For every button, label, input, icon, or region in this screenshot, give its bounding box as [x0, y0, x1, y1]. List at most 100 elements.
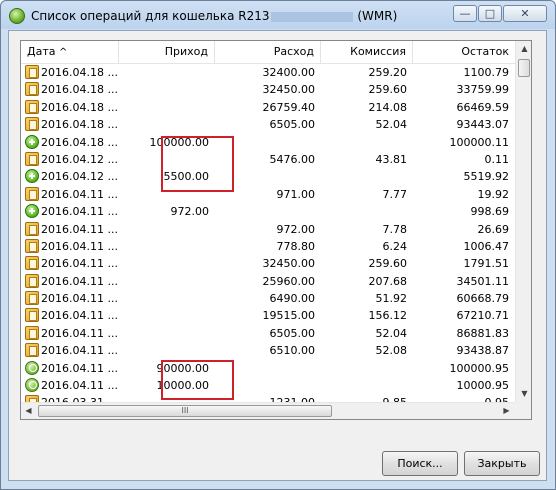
cell-expense [215, 203, 321, 220]
maximize-button[interactable]: □ [478, 5, 502, 22]
cell-date: 2016.04.12 ... [21, 168, 119, 185]
table-row[interactable]: 2016.04.11 ... 6510.00 52.08 93438.87 [21, 342, 515, 359]
outgoing-transfer-icon [25, 256, 39, 271]
vertical-scroll-thumb[interactable] [518, 59, 530, 77]
incoming-transfer-icon [25, 204, 39, 219]
dialog-client-area: Дата ^ Приход Расход Комиссия Остаток 20… [8, 30, 547, 481]
title-bar[interactable]: Список операций для кошелька R213 (WMR) … [1, 1, 555, 31]
search-button[interactable]: Поиск... [382, 451, 458, 476]
column-header-expense[interactable]: Расход [215, 41, 321, 63]
cell-text: 19.92 [477, 187, 510, 201]
table-row[interactable]: 2016.04.18 ... 100000.00 100000.11 [21, 134, 515, 151]
cell-balance: 998.69 [413, 203, 515, 220]
table-row[interactable]: 2016.04.18 ... 32400.00 259.20 1100.79 [21, 64, 515, 81]
cell-balance: 93443.07 [413, 116, 515, 133]
table-row[interactable]: 2016.04.12 ... 5476.00 43.81 0.11 [21, 151, 515, 168]
table-row[interactable]: 2016.04.11 ... 972.00 998.69 [21, 203, 515, 220]
vertical-scrollbar[interactable]: ▲ ▼ [515, 41, 531, 402]
table-row[interactable]: 2016.04.11 ... 972.00 7.78 26.69 [21, 221, 515, 238]
cell-fee: 7.78 [321, 221, 413, 238]
table-row[interactable]: 2016.04.11 ... 6505.00 52.04 86881.83 [21, 325, 515, 342]
cell-balance: 1791.51 [413, 255, 515, 272]
cell-text: 52.04 [375, 326, 408, 340]
column-header-fee[interactable]: Комиссия [321, 41, 413, 63]
cell-date: 2016.04.18 ... [21, 134, 119, 151]
cell-balance: 93438.87 [413, 342, 515, 359]
cell-balance: 66469.59 [413, 99, 515, 116]
sort-ascending-icon: ^ [58, 47, 68, 58]
cell-text: 2016.04.11 ... [41, 326, 118, 340]
cell-text: 26.69 [477, 222, 510, 236]
cell-text: 972.00 [276, 222, 316, 236]
cell-text: 2016.04.11 ... [41, 205, 118, 219]
list-rows: 2016.04.18 ... 32400.00 259.20 1100.79 2016.… [21, 64, 515, 419]
operations-list[interactable]: Дата ^ Приход Расход Комиссия Остаток 20… [20, 40, 532, 420]
scroll-down-arrow-icon[interactable]: ▼ [517, 386, 531, 402]
cell-date: 2016.04.11 ... [21, 221, 119, 238]
scrollbar-corner [515, 402, 531, 419]
table-row[interactable]: 2016.04.11 ... 6490.00 51.92 60668.79 [21, 290, 515, 307]
cell-text: 100000.11 [449, 135, 510, 149]
cell-text: 100000.95 [449, 361, 510, 375]
cell-date: 2016.04.18 ... [21, 99, 119, 116]
outgoing-transfer-icon [25, 291, 39, 306]
cell-balance: 100000.11 [413, 134, 515, 151]
cell-text: 52.04 [375, 118, 408, 132]
column-header-balance[interactable]: Остаток [413, 41, 515, 63]
cell-balance: 1006.47 [413, 238, 515, 255]
column-header-date[interactable]: Дата ^ [21, 41, 119, 63]
cell-text: 6510.00 [269, 344, 316, 358]
table-row[interactable]: 2016.04.11 ... 25960.00 207.68 34501.11 [21, 273, 515, 290]
outgoing-transfer-icon [25, 151, 39, 166]
cell-text: 971.00 [276, 187, 316, 201]
cell-fee: 7.77 [321, 186, 413, 203]
cell-fee: 51.92 [321, 290, 413, 307]
table-row[interactable]: 2016.04.11 ... 10000.00 10000.95 [21, 377, 515, 394]
cell-text: 259.20 [368, 66, 408, 79]
table-row[interactable]: 2016.04.18 ... 26759.40 214.08 66469.59 [21, 99, 515, 116]
table-row[interactable]: 2016.04.11 ... 90000.00 100000.95 [21, 360, 515, 377]
outgoing-transfer-icon [25, 82, 39, 97]
cell-income [119, 99, 215, 116]
cell-text: 6490.00 [269, 292, 316, 306]
cell-income [119, 325, 215, 342]
table-row[interactable]: 2016.04.18 ... 6505.00 52.04 93443.07 [21, 116, 515, 133]
cell-text: 25960.00 [262, 274, 316, 288]
operations-window: Список операций для кошелька R213 (WMR) … [0, 0, 556, 490]
table-row[interactable]: 2016.04.11 ... 19515.00 156.12 67210.71 [21, 307, 515, 324]
outgoing-transfer-icon [25, 99, 39, 114]
horizontal-scroll-thumb[interactable]: III [38, 405, 332, 417]
list-header: Дата ^ Приход Расход Комиссия Остаток [21, 41, 515, 64]
minimize-button[interactable]: — [453, 5, 477, 22]
cell-fee: 52.04 [321, 325, 413, 342]
close-button[interactable]: Закрыть [464, 451, 540, 476]
incoming-transfer-icon [25, 169, 39, 184]
table-row[interactable]: 2016.04.12 ... 5500.00 5519.92 [21, 168, 515, 185]
close-window-button[interactable]: ✕ [503, 5, 547, 22]
cell-text: 43.81 [375, 152, 408, 166]
cell-balance: 26.69 [413, 221, 515, 238]
column-header-income[interactable]: Приход [119, 41, 215, 63]
scroll-left-arrow-icon[interactable]: ◀ [21, 403, 36, 419]
horizontal-scrollbar[interactable]: ◀ III ▶ [21, 402, 515, 419]
cell-text: 6505.00 [269, 118, 316, 132]
scroll-up-arrow-icon[interactable]: ▲ [517, 41, 531, 57]
cell-date: 2016.04.11 ... [21, 360, 119, 377]
table-row[interactable]: 2016.04.18 ... 32450.00 259.60 33759.99 [21, 81, 515, 98]
cell-balance: 5519.92 [413, 168, 515, 185]
cell-date: 2016.04.11 ... [21, 273, 119, 290]
cell-text: 2016.04.11 ... [41, 274, 118, 288]
cell-text: 26759.40 [262, 100, 316, 114]
table-row[interactable]: 2016.04.11 ... 971.00 7.77 19.92 [21, 186, 515, 203]
table-row[interactable]: 2016.04.11 ... 32450.00 259.60 1791.51 [21, 255, 515, 272]
protected-transfer-icon [25, 360, 39, 375]
cell-expense: 32400.00 [215, 64, 321, 81]
table-row[interactable]: 2016.04.11 ... 778.80 6.24 1006.47 [21, 238, 515, 255]
cell-text: 2016.04.11 ... [41, 344, 118, 358]
cell-date: 2016.04.11 ... [21, 342, 119, 359]
cell-date: 2016.04.11 ... [21, 255, 119, 272]
cell-text: 93443.07 [456, 118, 510, 132]
scroll-right-arrow-icon[interactable]: ▶ [499, 403, 514, 419]
cell-text: 86881.83 [456, 326, 510, 340]
title-currency: (WMR) [357, 9, 398, 23]
